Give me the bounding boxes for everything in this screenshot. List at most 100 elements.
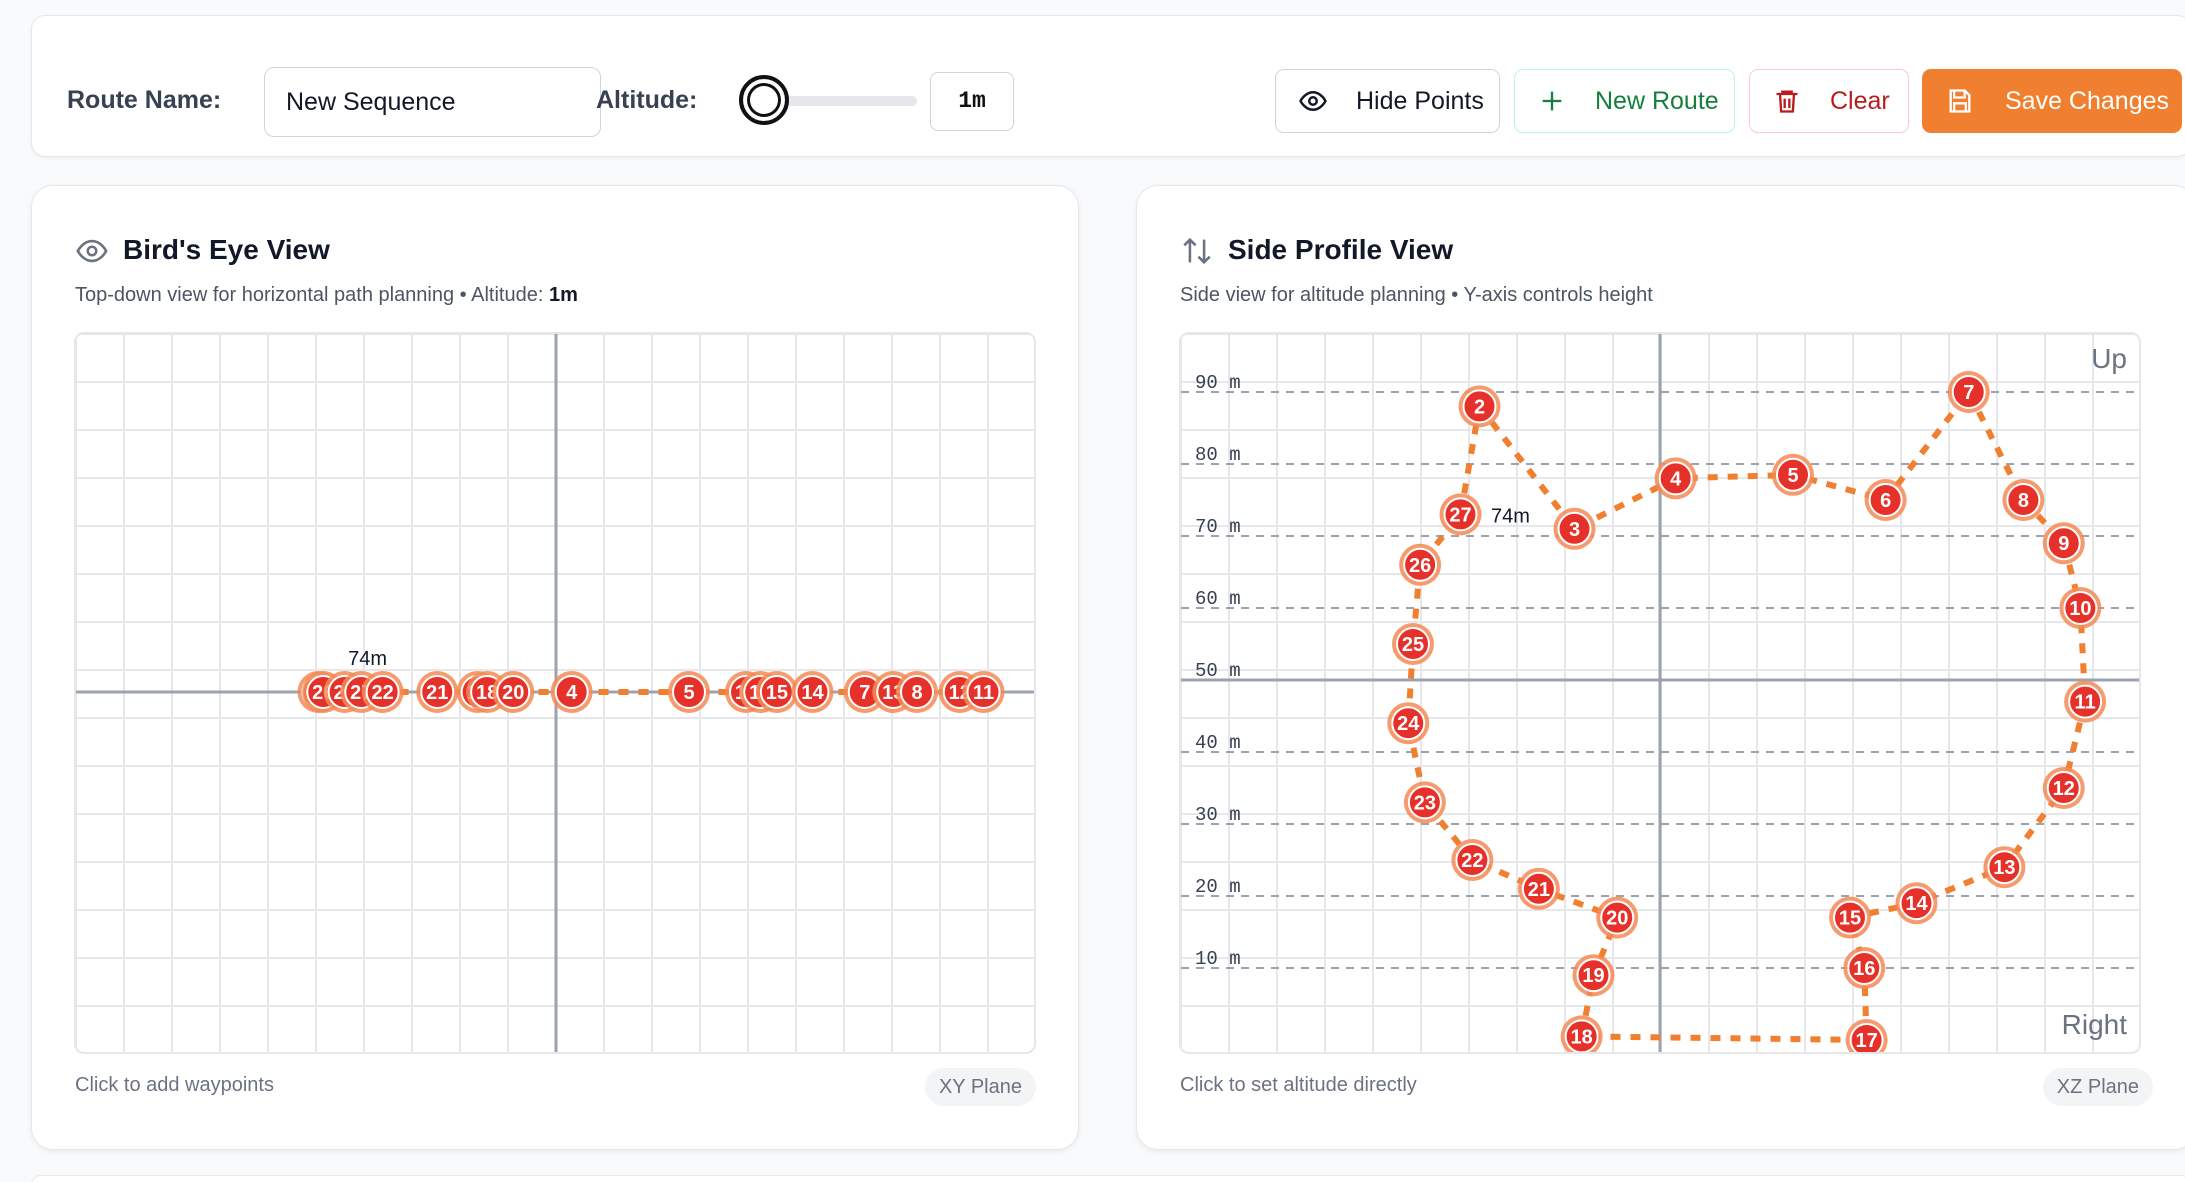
eye-icon	[75, 234, 109, 268]
waypoint-marker[interactable]: 21	[416, 671, 459, 713]
waypoint-label: 14	[801, 682, 824, 704]
waypoint-label: 17	[1856, 1030, 1878, 1052]
altitude-tick-label: 30 m	[1195, 804, 1241, 826]
waypoint-label: 21	[426, 682, 448, 704]
altitude-tick-label: 60 m	[1195, 588, 1241, 610]
hide-points-button[interactable]: Hide Points	[1275, 69, 1500, 133]
waypoint-label: 24	[1397, 713, 1420, 735]
bottom-panel-edge	[31, 1175, 2185, 1182]
birds-eye-hint: Click to add waypoints	[75, 1074, 274, 1096]
waypoint-label: 5	[1787, 465, 1798, 487]
hide-points-label: Hide Points	[1356, 86, 1484, 115]
waypoint-marker[interactable]: 3	[1553, 507, 1596, 550]
side-profile-plot[interactable]: 90 m80 m70 m60 m50 m40 m30 m20 m10 m234 5…	[1181, 334, 2139, 1052]
waypoint-label: 20	[502, 682, 524, 704]
side-profile-canvas[interactable]: 90 m 80 m 70 m 60 m 50 m 40 m 30 m 20 m 10 m2345…	[1179, 332, 2141, 1054]
birds-eye-plot[interactable]: 25262427222119182045161715147138121174m	[76, 334, 1034, 1052]
app-root: Route Name: Altitude: 1m Hide Points New…	[0, 0, 2185, 1182]
waypoint-marker[interactable]: 21	[1517, 867, 1560, 910]
waypoint-label: 15	[766, 682, 788, 704]
waypoint-marker[interactable]: 20	[1596, 896, 1639, 939]
route-toolbar: Route Name: Altitude: 1m Hide Points New…	[31, 15, 2185, 157]
side-profile-panel: Side Profile View Side view for altitude…	[1136, 185, 2185, 1150]
waypoint-label: 23	[1414, 792, 1436, 814]
xy-plane-badge: XY Plane	[924, 1068, 1036, 1106]
waypoint-marker[interactable]: 16	[1843, 947, 1886, 989]
waypoint-marker[interactable]: 2	[1458, 385, 1501, 428]
waypoint-label: 8	[911, 682, 922, 704]
waypoint-marker[interactable]: 25	[1392, 623, 1434, 665]
save-changes-label: Save Changes	[2005, 86, 2170, 115]
waypoint-marker[interactable]: 14	[1895, 882, 1938, 925]
waypoint-marker[interactable]: 4	[1654, 457, 1697, 500]
waypoint-marker[interactable]: 27	[1439, 493, 1482, 536]
waypoint-marker[interactable]: 11	[2064, 680, 2107, 723]
birds-eye-panel: Bird's Eye View Top-down view for horizo…	[31, 185, 1079, 1150]
waypoint-label: 22	[1461, 850, 1483, 872]
side-profile-title: Side Profile View	[1228, 234, 1454, 265]
birds-eye-canvas[interactable]: 25262427222119182045161715147138121174m	[74, 332, 1036, 1054]
side-profile-subtitle: Side view for altitude planning • Y-axis…	[1180, 284, 1653, 306]
birds-eye-altitude: 1m	[548, 284, 578, 306]
waypoint-label: 22	[372, 682, 394, 704]
waypoint-marker[interactable]: 15	[1829, 896, 1871, 939]
altitude-value-field[interactable]: 1m	[930, 72, 1014, 131]
waypoint-marker[interactable]: 19	[1572, 954, 1615, 997]
altitude-tick-label: 10 m	[1195, 948, 1241, 970]
waypoint-label: 12	[2053, 778, 2075, 800]
waypoint-marker[interactable]: 13	[1983, 846, 2026, 889]
save-changes-button[interactable]: Save Changes	[1922, 69, 2182, 133]
arrows-up-down-icon	[1180, 234, 1214, 268]
waypoint-label: 14	[1905, 893, 1928, 915]
waypoint-marker[interactable]: 6	[1864, 479, 1907, 521]
xz-plane-badge: XZ Plane	[2042, 1068, 2153, 1106]
side-profile-hint: Click to set altitude directly	[1180, 1074, 1417, 1096]
waypoint-marker[interactable]: 8	[2002, 479, 2045, 521]
waypoint-marker[interactable]: 20	[492, 671, 535, 713]
waypoint-label: 3	[1569, 519, 1580, 541]
waypoint-marker[interactable]: 4	[550, 671, 593, 713]
waypoint-marker[interactable]: 22	[361, 671, 404, 713]
altitude-tick-label: 40 m	[1195, 732, 1241, 754]
altitude-slider-thumb[interactable]	[739, 75, 789, 125]
waypoint-label: 16	[1853, 958, 1875, 980]
waypoint-marker[interactable]: 9	[2042, 522, 2085, 565]
waypoint-marker[interactable]: 17	[1845, 1019, 1888, 1052]
waypoint-marker[interactable]: 22	[1451, 839, 1494, 881]
altitude-tick-label: 80 m	[1195, 444, 1241, 466]
waypoint-marker[interactable]: 23	[1403, 781, 1446, 824]
waypoint-label: 13	[1993, 857, 2015, 879]
waypoint-marker[interactable]: 18	[1560, 1015, 1603, 1052]
trash-icon	[1772, 86, 1802, 116]
distance-label: 74m	[348, 648, 387, 670]
waypoint-label: 2	[1474, 396, 1485, 418]
waypoint-label: 27	[1449, 504, 1471, 526]
waypoint-label: 21	[1528, 879, 1550, 901]
waypoint-label: 7	[859, 682, 870, 704]
waypoint-marker[interactable]: 10	[2059, 587, 2102, 629]
waypoint-marker[interactable]: 26	[1399, 543, 1442, 586]
waypoint-marker[interactable]: 14	[791, 671, 834, 713]
save-icon	[1945, 86, 1975, 116]
waypoint-marker[interactable]: 7	[1947, 371, 1990, 413]
waypoint-label: 4	[566, 682, 578, 704]
clear-button[interactable]: Clear	[1749, 69, 1909, 133]
waypoint-marker[interactable]: 8	[896, 671, 938, 713]
waypoint-label: 5	[683, 682, 694, 704]
waypoint-marker[interactable]: 5	[668, 671, 710, 713]
waypoint-label: 9	[2058, 533, 2069, 555]
altitude-tick-label: 20 m	[1195, 876, 1241, 898]
waypoint-marker[interactable]: 12	[2042, 767, 2085, 809]
route-name-input[interactable]	[264, 67, 601, 137]
waypoint-label: 15	[1839, 908, 1861, 930]
new-route-button[interactable]: New Route	[1514, 69, 1735, 133]
waypoint-label: 11	[973, 682, 994, 704]
waypoint-label: 25	[1402, 634, 1424, 656]
waypoint-marker[interactable]: 24	[1387, 702, 1430, 745]
waypoint-label: 6	[1880, 490, 1891, 512]
waypoint-marker[interactable]: 11	[962, 671, 1005, 713]
corner-label-up: Up	[2091, 343, 2127, 374]
waypoint-marker[interactable]: 5	[1772, 453, 1814, 496]
altitude-tick-label: 90 m	[1195, 372, 1241, 394]
clear-label: Clear	[1830, 86, 1890, 115]
